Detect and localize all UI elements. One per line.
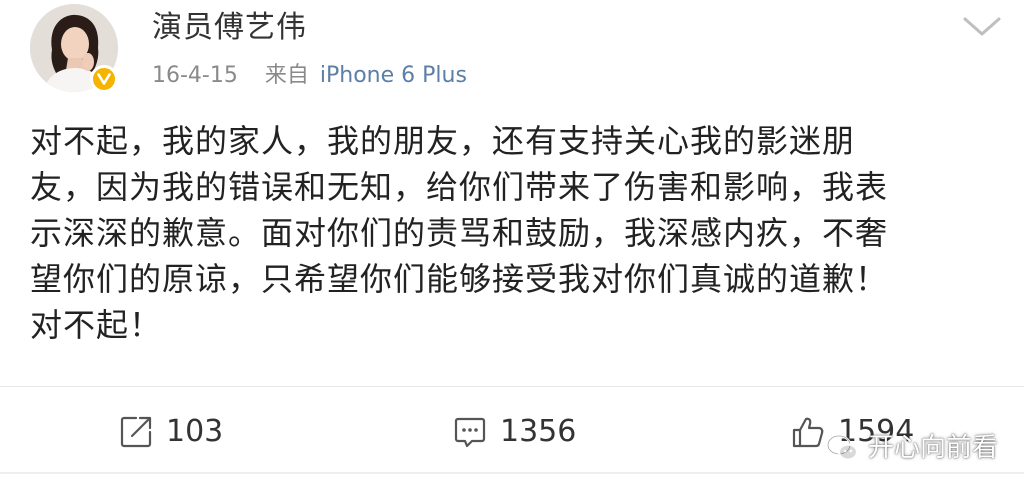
wechat-icon [826, 434, 859, 461]
repost-icon [120, 416, 152, 448]
post-text-line: 对不起，我的家人，我的朋友，还有支持关心我的影迷朋 [30, 122, 856, 160]
comment-count: 1356 [500, 414, 577, 449]
comment-button[interactable]: 1356 [452, 408, 576, 456]
watermark: 开心向前看 [826, 420, 998, 476]
watermark-text: 开心向前看 [868, 433, 999, 463]
verified-badge-icon [90, 65, 118, 93]
post-text-line: 友，因为我的错误和无知，给你们带来了伤害和影响，我表 [30, 168, 889, 206]
post-text-line: 望你们的原谅，只希望你们能够接受我对你们真诚的道歉！ [30, 260, 889, 298]
post-text-line: 示深深的歉意。面对你们的责骂和鼓励，我深感内疚，不奢 [30, 214, 889, 252]
repost-count: 103 [166, 414, 224, 449]
thumbs-up-icon [792, 417, 824, 448]
source-prefix: 来自 [264, 63, 309, 88]
comment-icon [454, 417, 486, 448]
post-meta: 16-4-15 来自 iPhone 6 Plus [152, 60, 467, 92]
post-date: 16-4-15 [152, 63, 238, 88]
chevron-down-icon[interactable] [960, 14, 1004, 40]
source-device-link[interactable]: iPhone 6 Plus [320, 63, 467, 88]
divider [0, 386, 1024, 387]
post-content: 对不起，我的家人，我的朋友，还有支持关心我的影迷朋 友，因为我的错误和无知，给你… [30, 118, 990, 348]
post-text-line: 对不起！ [30, 306, 163, 344]
repost-button[interactable]: 103 [118, 408, 223, 456]
weibo-post: 演员傅艺伟 16-4-15 来自 iPhone 6 Plus 对不起，我的家人，… [0, 0, 1024, 493]
username[interactable]: 演员傅艺伟 [152, 8, 307, 48]
